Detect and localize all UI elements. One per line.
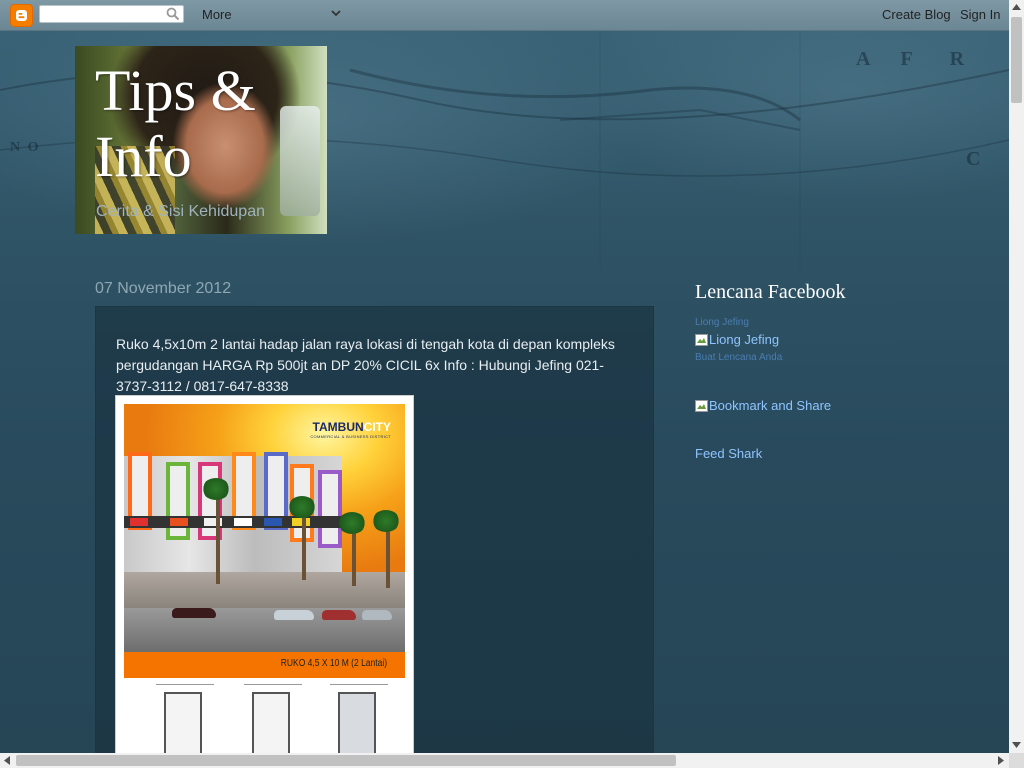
horizontal-scroll-thumb[interactable] [16, 755, 676, 766]
blog-description: Cerita & Sisi Kehidupan [96, 203, 265, 220]
sidebar-facebook-badge-title: Lencana Facebook [695, 281, 846, 303]
badge-owner-link[interactable]: Liong Jefing [695, 317, 749, 328]
post-body-text: Ruko 4,5x10m 2 lantai hadap jalan raya l… [116, 336, 615, 394]
floor-plan [156, 684, 214, 756]
more-menu[interactable]: More [202, 7, 232, 22]
scroll-up-arrow-icon[interactable] [1012, 4, 1021, 10]
floor-plan [330, 684, 388, 756]
broken-image-icon [695, 400, 708, 412]
scroll-down-arrow-icon[interactable] [1012, 742, 1021, 748]
scrollbar-corner [1009, 753, 1024, 768]
tambun-city-tagline: COMMERCIAL & BUSINESS DISTRICT [310, 434, 391, 439]
broken-image-icon [695, 334, 708, 346]
shophouse-render: TAMBUNCITY COMMERCIAL & BUSINESS DISTRIC… [124, 404, 405, 652]
blogger-navbar: More Create Blog Sign In [0, 0, 1009, 31]
blog-search-input[interactable] [39, 5, 184, 23]
scroll-right-arrow-icon[interactable] [998, 756, 1004, 765]
facebook-badge-image[interactable]: Liong Jefing [695, 332, 779, 347]
tambun-city-logo: TAMBUNCITY [312, 420, 391, 434]
bookmark-share-button[interactable]: Bookmark and Share [695, 398, 831, 413]
image-caption: RUKO 4,5 X 10 M (2 Lantai) [280, 658, 387, 669]
create-badge-link[interactable]: Buat Lencana Anda [695, 352, 782, 363]
vertical-scrollbar[interactable] [1009, 0, 1024, 753]
post-date-header: 07 November 2012 [95, 280, 232, 297]
horizontal-scrollbar[interactable] [0, 753, 1009, 768]
feed-shark-link[interactable]: Feed Shark [695, 446, 762, 461]
sign-in-link[interactable]: Sign In [960, 7, 1000, 22]
post-image[interactable]: TAMBUNCITY COMMERCIAL & BUSINESS DISTRIC… [116, 396, 413, 756]
blogger-logo-icon[interactable] [10, 4, 33, 27]
vertical-scroll-thumb[interactable] [1011, 17, 1022, 103]
floor-plan [244, 684, 302, 756]
chevron-down-icon[interactable] [331, 7, 341, 21]
image-caption-bar: RUKO 4,5 X 10 M (2 Lantai) [124, 652, 405, 678]
scroll-left-arrow-icon[interactable] [4, 756, 10, 765]
search-icon[interactable] [166, 7, 180, 21]
create-blog-link[interactable]: Create Blog [882, 7, 951, 22]
blog-title[interactable]: Tips & Info [95, 58, 335, 190]
